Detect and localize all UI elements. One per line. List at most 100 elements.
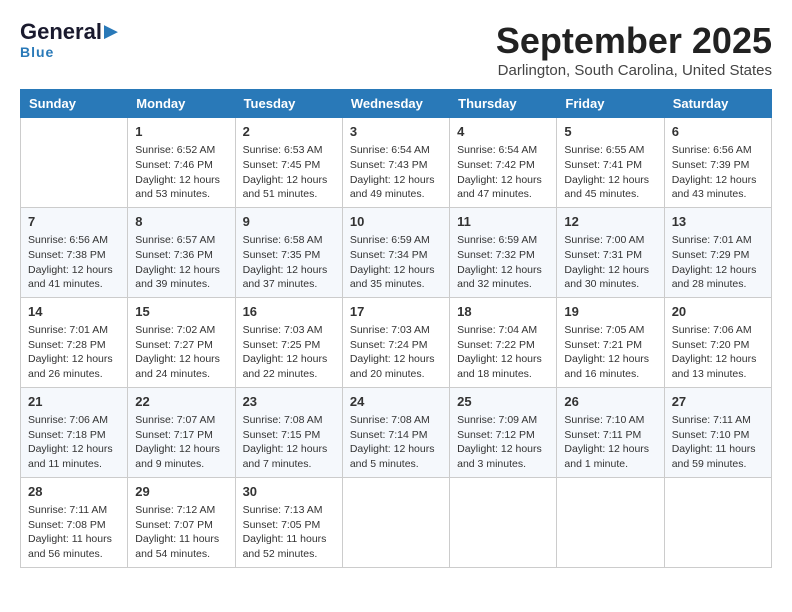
calendar-cell: 28 Sunrise: 7:11 AM Sunset: 7:08 PM Dayli… (21, 477, 128, 567)
day-info: Sunrise: 6:52 AM Sunset: 7:46 PM Dayligh… (135, 143, 227, 202)
day-info: Sunrise: 7:09 AM Sunset: 7:12 PM Dayligh… (457, 413, 549, 472)
calendar-cell: 22Sunrise: 7:07 AM Sunset: 7:17 PM Dayli… (128, 387, 235, 477)
calendar-cell (557, 477, 664, 567)
day-header-wednesday: Wednesday (342, 90, 449, 118)
day-number: 5 (564, 123, 656, 141)
day-header-thursday: Thursday (450, 90, 557, 118)
title-block: September 2025 Darlington, South Carolin… (496, 20, 772, 79)
calendar-cell: 2 Sunrise: 6:53 AM Sunset: 7:45 PM Daylig… (235, 118, 342, 208)
day-number: 10 (350, 213, 442, 231)
day-number: 27 (672, 393, 764, 411)
calendar-cell: 15 Sunrise: 7:02 AM Sunset: 7:27 PM Dayli… (128, 297, 235, 387)
page-header: General Blue September 2025 Darlington, … (20, 20, 772, 79)
logo: General Blue (20, 20, 118, 60)
calendar-cell: 25Sunrise: 7:09 AM Sunset: 7:12 PM Dayli… (450, 387, 557, 477)
calendar-week-row: 7 Sunrise: 6:56 AM Sunset: 7:38 PM Daylig… (21, 207, 772, 297)
day-info: Sunrise: 6:55 AM Sunset: 7:41 PM Dayligh… (564, 143, 656, 202)
calendar-cell: 5 Sunrise: 6:55 AM Sunset: 7:41 PM Daylig… (557, 118, 664, 208)
day-number: 28 (28, 483, 120, 501)
month-title: September 2025 (496, 20, 772, 62)
calendar-week-row: 21 Sunrise: 7:06 AM Sunset: 7:18 PM Dayli… (21, 387, 772, 477)
day-info: Sunrise: 7:08 AM Sunset: 7:14 PM Dayligh… (350, 413, 442, 472)
day-info: Sunrise: 7:12 AM Sunset: 7:07 PM Dayligh… (135, 503, 227, 562)
calendar-cell: 29 Sunrise: 7:12 AM Sunset: 7:07 PM Dayli… (128, 477, 235, 567)
day-number: 15 (135, 303, 227, 321)
calendar-cell: 13Sunrise: 7:01 AM Sunset: 7:29 PM Dayli… (664, 207, 771, 297)
day-info: Sunrise: 6:56 AM Sunset: 7:38 PM Dayligh… (28, 233, 120, 292)
day-info: Sunrise: 6:56 AM Sunset: 7:39 PM Dayligh… (672, 143, 764, 202)
day-number: 6 (672, 123, 764, 141)
calendar-cell: 14 Sunrise: 7:01 AM Sunset: 7:28 PM Dayli… (21, 297, 128, 387)
day-header-saturday: Saturday (664, 90, 771, 118)
calendar-header-row: SundayMondayTuesdayWednesdayThursdayFrid… (21, 90, 772, 118)
day-info: Sunrise: 7:07 AM Sunset: 7:17 PM Dayligh… (135, 413, 227, 472)
day-info: Sunrise: 6:58 AM Sunset: 7:35 PM Dayligh… (243, 233, 335, 292)
day-info: Sunrise: 7:11 AM Sunset: 7:08 PM Dayligh… (28, 503, 120, 562)
day-number: 26 (564, 393, 656, 411)
logo-text-blue: Blue (20, 44, 54, 60)
calendar-cell: 19 Sunrise: 7:05 AM Sunset: 7:21 PM Dayli… (557, 297, 664, 387)
day-info: Sunrise: 7:11 AM Sunset: 7:10 PM Dayligh… (672, 413, 764, 472)
day-info: Sunrise: 7:05 AM Sunset: 7:21 PM Dayligh… (564, 323, 656, 382)
calendar-table: SundayMondayTuesdayWednesdayThursdayFrid… (20, 89, 772, 568)
calendar-cell: 11 Sunrise: 6:59 AM Sunset: 7:32 PM Dayli… (450, 207, 557, 297)
calendar-cell (664, 477, 771, 567)
day-info: Sunrise: 7:03 AM Sunset: 7:25 PM Dayligh… (243, 323, 335, 382)
day-info: Sunrise: 6:54 AM Sunset: 7:43 PM Dayligh… (350, 143, 442, 202)
calendar-cell: 30 Sunrise: 7:13 AM Sunset: 7:05 PM Dayli… (235, 477, 342, 567)
day-number: 17 (350, 303, 442, 321)
day-number: 30 (243, 483, 335, 501)
day-info: Sunrise: 7:01 AM Sunset: 7:28 PM Dayligh… (28, 323, 120, 382)
calendar-cell: 7 Sunrise: 6:56 AM Sunset: 7:38 PM Daylig… (21, 207, 128, 297)
day-number: 14 (28, 303, 120, 321)
day-number: 20 (672, 303, 764, 321)
calendar-week-row: 14 Sunrise: 7:01 AM Sunset: 7:28 PM Dayli… (21, 297, 772, 387)
day-number: 1 (135, 123, 227, 141)
day-number: 12 (564, 213, 656, 231)
day-number: 2 (243, 123, 335, 141)
day-number: 13 (672, 213, 764, 231)
day-number: 29 (135, 483, 227, 501)
calendar-cell: 6 Sunrise: 6:56 AM Sunset: 7:39 PM Daylig… (664, 118, 771, 208)
calendar-cell: 10 Sunrise: 6:59 AM Sunset: 7:34 PM Dayli… (342, 207, 449, 297)
day-info: Sunrise: 6:54 AM Sunset: 7:42 PM Dayligh… (457, 143, 549, 202)
day-number: 7 (28, 213, 120, 231)
day-info: Sunrise: 7:06 AM Sunset: 7:18 PM Dayligh… (28, 413, 120, 472)
day-number: 24 (350, 393, 442, 411)
calendar-cell: 3 Sunrise: 6:54 AM Sunset: 7:43 PM Daylig… (342, 118, 449, 208)
day-number: 19 (564, 303, 656, 321)
day-number: 21 (28, 393, 120, 411)
calendar-cell: 1 Sunrise: 6:52 AM Sunset: 7:46 PM Daylig… (128, 118, 235, 208)
day-info: Sunrise: 6:57 AM Sunset: 7:36 PM Dayligh… (135, 233, 227, 292)
day-number: 23 (243, 393, 335, 411)
calendar-cell: 21 Sunrise: 7:06 AM Sunset: 7:18 PM Dayli… (21, 387, 128, 477)
logo-text-general: General (20, 20, 102, 44)
logo-icon (104, 25, 118, 39)
calendar-week-row: 1 Sunrise: 6:52 AM Sunset: 7:46 PM Daylig… (21, 118, 772, 208)
day-info: Sunrise: 7:00 AM Sunset: 7:31 PM Dayligh… (564, 233, 656, 292)
day-number: 4 (457, 123, 549, 141)
day-number: 11 (457, 213, 549, 231)
calendar-cell: 16Sunrise: 7:03 AM Sunset: 7:25 PM Dayli… (235, 297, 342, 387)
calendar-cell: 20 Sunrise: 7:06 AM Sunset: 7:20 PM Dayli… (664, 297, 771, 387)
day-header-friday: Friday (557, 90, 664, 118)
day-info: Sunrise: 6:59 AM Sunset: 7:32 PM Dayligh… (457, 233, 549, 292)
day-info: Sunrise: 7:06 AM Sunset: 7:20 PM Dayligh… (672, 323, 764, 382)
calendar-cell: 18Sunrise: 7:04 AM Sunset: 7:22 PM Dayli… (450, 297, 557, 387)
calendar-cell: 17Sunrise: 7:03 AM Sunset: 7:24 PM Dayli… (342, 297, 449, 387)
calendar-cell: 8Sunrise: 6:57 AM Sunset: 7:36 PM Daylig… (128, 207, 235, 297)
calendar-cell: 9 Sunrise: 6:58 AM Sunset: 7:35 PM Daylig… (235, 207, 342, 297)
day-info: Sunrise: 7:02 AM Sunset: 7:27 PM Dayligh… (135, 323, 227, 382)
day-number: 9 (243, 213, 335, 231)
calendar-cell: 24 Sunrise: 7:08 AM Sunset: 7:14 PM Dayli… (342, 387, 449, 477)
location: Darlington, South Carolina, United State… (496, 62, 772, 79)
day-info: Sunrise: 6:59 AM Sunset: 7:34 PM Dayligh… (350, 233, 442, 292)
day-info: Sunrise: 6:53 AM Sunset: 7:45 PM Dayligh… (243, 143, 335, 202)
calendar-cell: 26 Sunrise: 7:10 AM Sunset: 7:11 PM Dayli… (557, 387, 664, 477)
day-info: Sunrise: 7:13 AM Sunset: 7:05 PM Dayligh… (243, 503, 335, 562)
calendar-cell: 23Sunrise: 7:08 AM Sunset: 7:15 PM Dayli… (235, 387, 342, 477)
day-info: Sunrise: 7:10 AM Sunset: 7:11 PM Dayligh… (564, 413, 656, 472)
day-number: 3 (350, 123, 442, 141)
day-header-monday: Monday (128, 90, 235, 118)
calendar-cell: 12 Sunrise: 7:00 AM Sunset: 7:31 PM Dayli… (557, 207, 664, 297)
